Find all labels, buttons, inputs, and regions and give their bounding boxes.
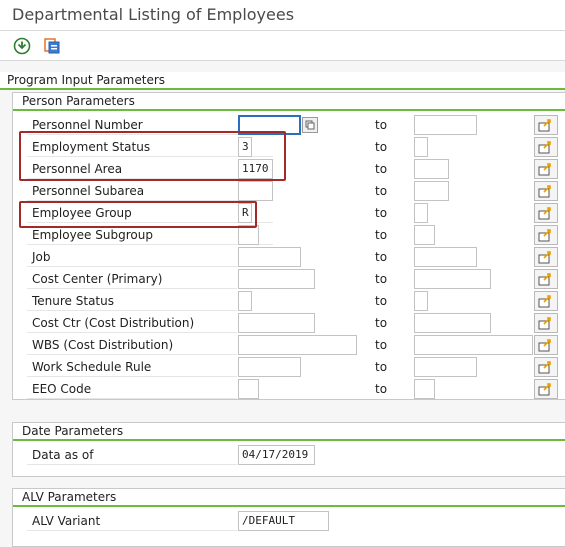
eeo-code-label: EEO Code xyxy=(27,379,237,399)
wbs-distribution-to-input[interactable] xyxy=(414,335,533,355)
employee-subgroup-from-input[interactable] xyxy=(238,225,259,245)
work-schedule-rule-from-input[interactable] xyxy=(238,357,301,377)
person-parameters-title: Person Parameters xyxy=(13,93,565,111)
data-as-of-label: Data as of xyxy=(27,445,237,465)
window-title: Departmental Listing of Employees xyxy=(12,5,295,24)
employee-group-to-input[interactable] xyxy=(414,203,428,223)
cost-center-primary-label: Cost Center (Primary) xyxy=(27,269,237,289)
to-label: to xyxy=(372,335,408,355)
wbs-distribution-from-input[interactable] xyxy=(238,335,357,355)
cost-ctr-distribution-from-input[interactable] xyxy=(238,313,315,333)
alv-parameters-title: ALV Parameters xyxy=(13,489,565,507)
program-input-title: Program Input Parameters xyxy=(0,72,565,90)
execute-icon[interactable] xyxy=(12,36,32,56)
multiple-selection-icon[interactable] xyxy=(534,247,558,267)
cost-ctr-distribution-to-input[interactable] xyxy=(414,313,491,333)
work-schedule-rule-label: Work Schedule Rule xyxy=(27,357,237,377)
personnel-number-label: Personnel Number xyxy=(27,115,273,135)
to-label: to xyxy=(372,313,408,333)
to-label: to xyxy=(372,379,408,399)
employment-status-label: Employment Status xyxy=(27,137,273,157)
multiple-selection-icon[interactable] xyxy=(534,203,558,223)
job-label: Job xyxy=(27,247,273,267)
employee-subgroup-label: Employee Subgroup xyxy=(27,225,273,245)
to-label: to xyxy=(372,115,408,135)
multiple-selection-icon[interactable] xyxy=(534,181,558,201)
alv-variant-label: ALV Variant xyxy=(27,511,237,531)
to-label: to xyxy=(372,181,408,201)
personnel-number-to-input[interactable] xyxy=(414,115,477,135)
cost-ctr-distribution-label: Cost Ctr (Cost Distribution) xyxy=(27,313,237,333)
to-label: to xyxy=(372,291,408,311)
date-parameters-title: Date Parameters xyxy=(13,423,565,441)
eeo-code-from-input[interactable] xyxy=(238,379,259,399)
tenure-status-to-input[interactable] xyxy=(414,291,428,311)
personnel-subarea-from-input[interactable] xyxy=(238,181,273,201)
personnel-area-from-input[interactable]: 1170 xyxy=(238,159,273,179)
to-label: to xyxy=(372,247,408,267)
data-as-of-input[interactable]: 04/17/2019 xyxy=(238,445,315,465)
job-from-input[interactable] xyxy=(238,247,301,267)
to-label: to xyxy=(372,225,408,245)
toolbar xyxy=(0,31,565,61)
title-bar: Departmental Listing of Employees xyxy=(0,0,565,31)
multiple-selection-icon[interactable] xyxy=(534,225,558,245)
work-schedule-rule-to-input[interactable] xyxy=(414,357,477,377)
employee-subgroup-to-input[interactable] xyxy=(414,225,435,245)
tenure-status-from-input[interactable] xyxy=(238,291,252,311)
job-to-input[interactable] xyxy=(414,247,477,267)
personnel-number-from-input[interactable] xyxy=(238,115,301,135)
multiple-selection-icon[interactable] xyxy=(534,159,558,179)
personnel-subarea-label: Personnel Subarea xyxy=(27,181,273,201)
multiple-selection-icon[interactable] xyxy=(534,379,558,399)
to-label: to xyxy=(372,159,408,179)
employment-status-from-input[interactable]: 3 xyxy=(238,137,252,157)
to-label: to xyxy=(372,269,408,289)
cost-center-primary-to-input[interactable] xyxy=(414,269,491,289)
to-label: to xyxy=(372,357,408,377)
multiple-selection-icon[interactable] xyxy=(534,269,558,289)
multiple-selection-icon[interactable] xyxy=(534,335,558,355)
matchcode-icon[interactable] xyxy=(302,117,318,133)
eeo-code-to-input[interactable] xyxy=(414,379,435,399)
multiple-selection-icon[interactable] xyxy=(534,291,558,311)
employee-group-from-input[interactable]: R xyxy=(238,203,252,223)
wbs-distribution-label: WBS (Cost Distribution) xyxy=(27,335,237,355)
multiple-selection-icon[interactable] xyxy=(534,357,558,377)
to-label: to xyxy=(372,137,408,157)
personnel-area-label: Personnel Area xyxy=(27,159,273,179)
employee-group-label: Employee Group xyxy=(27,203,273,223)
tenure-status-label: Tenure Status xyxy=(27,291,237,311)
to-label: to xyxy=(372,203,408,223)
multiple-selection-icon[interactable] xyxy=(534,137,558,157)
personnel-area-to-input[interactable] xyxy=(414,159,449,179)
personnel-subarea-to-input[interactable] xyxy=(414,181,449,201)
alv-variant-input[interactable]: /DEFAULT xyxy=(238,511,329,531)
multiple-selection-icon[interactable] xyxy=(534,115,558,135)
employment-status-to-input[interactable] xyxy=(414,137,428,157)
selection-screen: Program Input Parameters Person Paramete… xyxy=(0,61,565,547)
cost-center-primary-from-input[interactable] xyxy=(238,269,315,289)
multiple-selection-icon[interactable] xyxy=(534,313,558,333)
get-variant-icon[interactable] xyxy=(42,36,62,56)
